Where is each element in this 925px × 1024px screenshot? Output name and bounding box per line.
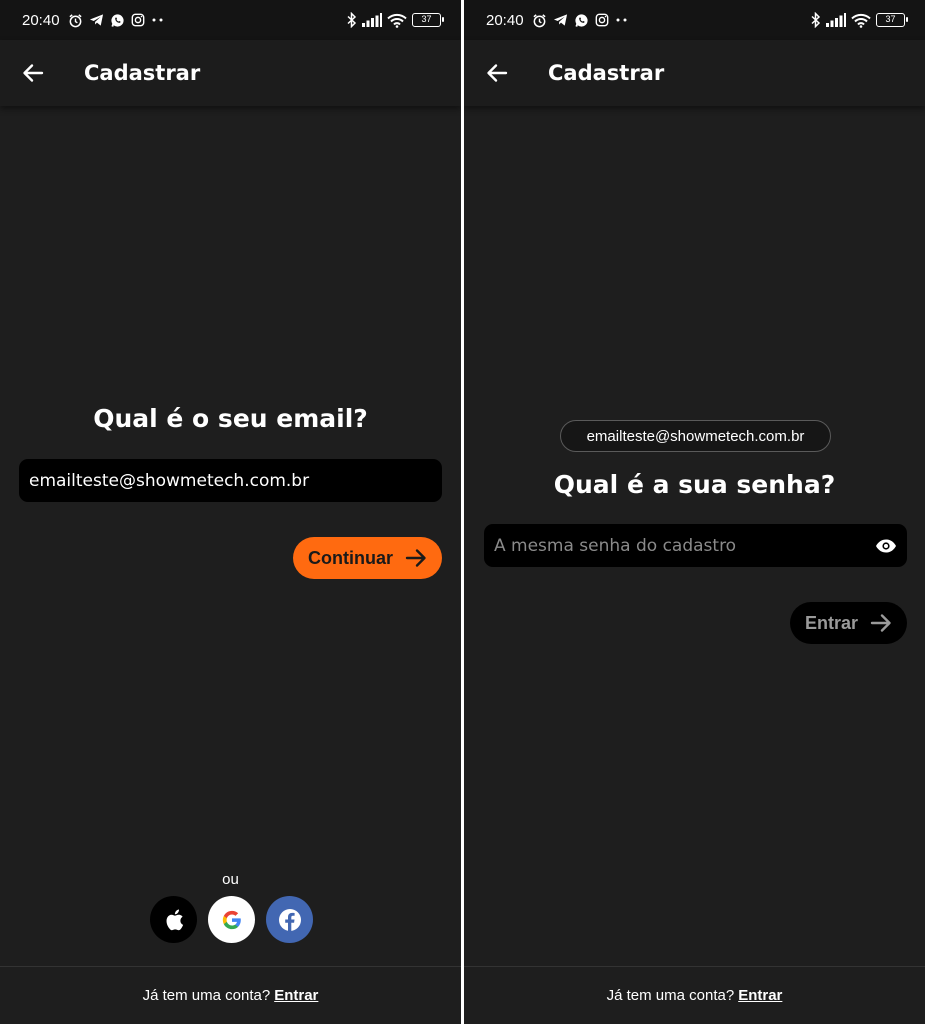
- arrow-right-icon: [405, 549, 426, 567]
- footer: Já tem uma conta? Entrar: [0, 966, 461, 1024]
- facebook-icon: [278, 908, 301, 931]
- google-login-button[interactable]: [208, 896, 255, 943]
- instagram-icon: [595, 13, 609, 27]
- bluetooth-icon: [811, 12, 821, 28]
- instagram-icon: [131, 13, 145, 27]
- email-field-value: emailteste@showmetech.com.br: [29, 470, 310, 491]
- wifi-icon: [851, 13, 871, 28]
- login-link[interactable]: Entrar: [738, 987, 782, 1004]
- apple-icon: [166, 909, 183, 930]
- divider-label: ou: [222, 871, 239, 888]
- password-field[interactable]: A mesma senha do cadastro: [484, 524, 907, 567]
- apple-login-button[interactable]: [150, 896, 197, 943]
- login-link[interactable]: Entrar: [274, 987, 318, 1004]
- enter-button-label: Entrar: [804, 612, 858, 633]
- footer-text: Já tem uma conta?: [606, 987, 735, 1004]
- continue-button[interactable]: Continuar: [293, 537, 442, 579]
- status-time: 20:40: [486, 11, 524, 29]
- more-notifications-icon: [151, 17, 165, 23]
- eye-icon: [876, 539, 896, 552]
- email-chip: emailteste@showmetech.com.br: [560, 420, 831, 452]
- whatsapp-icon: [574, 13, 589, 28]
- arrow-right-icon: [870, 614, 891, 632]
- back-button[interactable]: [464, 40, 530, 106]
- password-question: Qual é a sua senha?: [553, 470, 836, 499]
- arrow-left-icon: [487, 64, 508, 82]
- show-password-button[interactable]: [875, 538, 897, 554]
- arrow-left-icon: [23, 64, 44, 82]
- alarm-icon: [68, 13, 83, 28]
- footer-text: Já tem uma conta?: [142, 987, 271, 1004]
- alarm-icon: [532, 13, 547, 28]
- signal-icon: [826, 13, 846, 27]
- wifi-icon: [387, 13, 407, 28]
- footer: Já tem uma conta? Entrar: [464, 966, 925, 1024]
- back-button[interactable]: [0, 40, 66, 106]
- telegram-icon: [553, 13, 568, 27]
- status-bar: 20:40 37: [0, 0, 461, 40]
- facebook-login-button[interactable]: [266, 896, 313, 943]
- telegram-icon: [89, 13, 104, 27]
- signal-icon: [362, 13, 382, 27]
- status-time: 20:40: [22, 11, 60, 29]
- page-title: Cadastrar: [548, 61, 665, 85]
- email-field[interactable]: emailteste@showmetech.com.br: [19, 459, 442, 502]
- email-question: Qual é o seu email?: [93, 404, 368, 433]
- bluetooth-icon: [347, 12, 357, 28]
- app-bar: Cadastrar: [464, 40, 925, 106]
- whatsapp-icon: [110, 13, 125, 28]
- password-field-placeholder: A mesma senha do cadastro: [494, 535, 737, 556]
- enter-button[interactable]: Entrar: [790, 602, 907, 644]
- status-bar: 20:40 37: [464, 0, 925, 40]
- continue-button-label: Continuar: [308, 547, 393, 568]
- email-step-screen: 20:40 37 Cadastrar Qual é o seu email? e…: [0, 0, 461, 1024]
- password-step-screen: 20:40 37 Cadastrar emailteste@showmetech…: [464, 0, 925, 1024]
- battery-indicator: 37: [876, 13, 908, 27]
- google-icon: [222, 910, 241, 929]
- page-title: Cadastrar: [84, 61, 201, 85]
- app-bar: Cadastrar: [0, 40, 461, 106]
- battery-indicator: 37: [412, 13, 444, 27]
- more-notifications-icon: [615, 17, 629, 23]
- social-login-row: [150, 896, 313, 943]
